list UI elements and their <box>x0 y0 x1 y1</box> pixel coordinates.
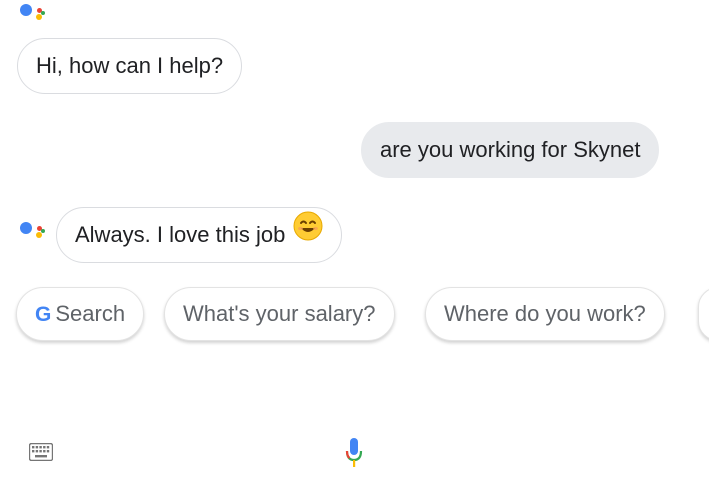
suggestion-chip-work[interactable]: Where do you work? <box>425 287 665 341</box>
chip-label: Search <box>55 301 126 326</box>
microphone-icon[interactable] <box>342 437 366 469</box>
message-text: are you working for Skynet <box>380 137 641 162</box>
assistant-logo-icon <box>20 2 46 28</box>
suggestion-chip-salary[interactable]: What's your salary? <box>164 287 395 341</box>
assistant-logo-icon <box>20 220 46 246</box>
assistant-message: Always. I love this job <box>56 207 343 263</box>
suggestion-chip-more[interactable] <box>698 287 709 341</box>
assistant-message: Hi, how can I help? <box>17 38 243 94</box>
user-message: are you working for Skynet <box>361 122 660 178</box>
keyboard-icon[interactable] <box>28 442 54 462</box>
chip-label: Where do you work? <box>444 301 646 326</box>
message-text: Hi, how can I help? <box>36 53 224 78</box>
google-g-icon: G <box>35 303 52 326</box>
search-chip[interactable]: G Search <box>16 287 145 341</box>
message-text: Always. I love this job <box>75 222 286 247</box>
assistant-screen: Hi, how can I help? are you working for … <box>0 0 709 482</box>
chip-label: What's your salary? <box>183 301 376 326</box>
smiling-face-emoji-icon <box>293 207 323 261</box>
